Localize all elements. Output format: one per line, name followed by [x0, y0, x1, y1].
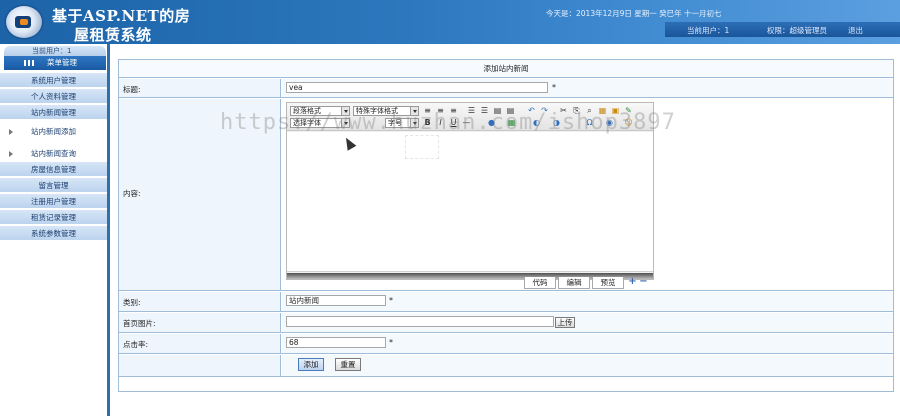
tab-preview[interactable]: 预览 — [592, 277, 624, 289]
sidebar-item-messages[interactable]: 留言管理 — [0, 178, 107, 193]
tab-code[interactable]: 代码 — [524, 277, 556, 289]
sidebar-item-news-query-label: 站内新闻查询 — [31, 149, 76, 158]
app-title-line1: 基于ASP.NET的房 — [52, 7, 191, 25]
reset-button[interactable]: 重置 — [335, 358, 361, 371]
role-label: 权限：超级管理员 — [767, 26, 827, 35]
image-row: 首页图片: 上传 — [119, 313, 893, 333]
sidebar-item-news-add[interactable]: 站内新闻添加 — [0, 121, 107, 143]
app-logo — [6, 6, 42, 38]
expand-arrow-icon — [9, 129, 13, 135]
add-news-form: 添加站内新闻 标题: vea * 内容: 段落格式 特殊字体格式 选择字体 字号… — [118, 59, 894, 392]
required-mark: * — [389, 296, 393, 305]
title-label: 标题: — [123, 85, 141, 94]
buttons-row: 添加 重置 — [119, 355, 893, 377]
submit-button[interactable]: 添加 — [298, 358, 324, 371]
upload-button[interactable]: 上传 — [555, 317, 575, 328]
title-input[interactable]: vea — [286, 82, 548, 93]
sidebar-item-news-manage[interactable]: 站内新闻管理 — [0, 105, 107, 120]
category-row: 类别: 站内新闻 * — [119, 292, 893, 312]
sidebar-item-system-params[interactable]: 系统参数管理 — [0, 226, 107, 241]
expand-arrow-icon — [9, 151, 13, 157]
app-title-line2: 屋租赁系统 — [74, 26, 152, 44]
sidebar-item-news-add-label: 站内新闻添加 — [31, 127, 76, 136]
sidebar-item-house-info[interactable]: 房屋信息管理 — [0, 162, 107, 177]
category-label: 类别: — [123, 298, 141, 307]
sidebar-item-rental-records[interactable]: 租赁记录管理 — [0, 210, 107, 225]
sidebar-item-registered-users[interactable]: 注册用户管理 — [0, 194, 107, 209]
clicks-row: 点击率: 68 * — [119, 334, 893, 354]
sidebar-item-profile[interactable]: 个人资料管理 — [0, 89, 107, 104]
editor-content-area[interactable] — [287, 132, 653, 272]
sidebar-menu-title-label: 菜单管理 — [47, 58, 77, 67]
required-mark: * — [389, 338, 393, 347]
clicks-input[interactable]: 68 — [286, 337, 386, 348]
sidebar: 当前用户：1 菜单管理 系统用户管理 个人资料管理 站内新闻管理 站内新闻添加 … — [0, 44, 110, 416]
title-row: 标题: vea * — [119, 79, 893, 98]
watermark-text: https://www.huzhan.com/ishop3897 — [220, 110, 676, 135]
image-path-input[interactable] — [286, 316, 554, 327]
user-bar: 当前用户：1 权限：超级管理员 退出 — [665, 22, 900, 37]
form-title: 添加站内新闻 — [119, 60, 893, 78]
current-user-label: 当前用户：1 — [687, 26, 730, 35]
date-text: 今天是：2013年12月9日 星期一 癸巳年 十一月初七 — [546, 9, 722, 18]
required-mark: * — [552, 83, 556, 92]
zoom-in-icon[interactable]: + — [628, 277, 637, 287]
clicks-label: 点击率: — [123, 340, 149, 349]
sidebar-user-info: 当前用户：1 — [4, 46, 106, 56]
tab-edit[interactable]: 编辑 — [558, 277, 590, 289]
logout-link[interactable]: 退出 — [848, 25, 863, 36]
app-header: 基于ASP.NET的房 屋租赁系统 今天是：2013年12月9日 星期一 癸巳年… — [0, 0, 900, 44]
image-label: 首页图片: — [123, 319, 156, 328]
category-input[interactable]: 站内新闻 — [286, 295, 386, 306]
menu-grid-icon — [24, 60, 34, 66]
sidebar-item-system-users[interactable]: 系统用户管理 — [0, 73, 107, 88]
sidebar-menu-title: 菜单管理 — [4, 56, 106, 70]
zoom-out-icon[interactable]: − — [639, 277, 648, 287]
content-label: 内容: — [123, 189, 141, 198]
